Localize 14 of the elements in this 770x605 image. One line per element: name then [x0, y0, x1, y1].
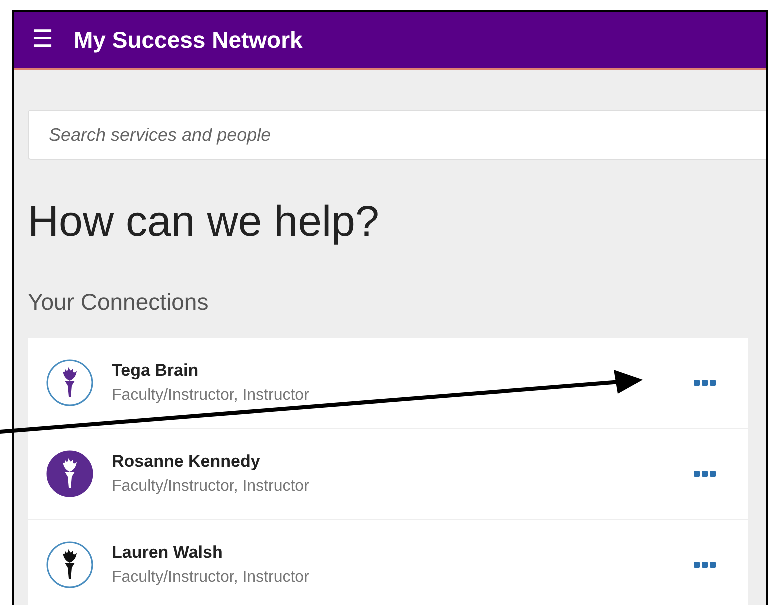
- connection-row[interactable]: Tega Brain Faculty/Instructor, Instructor: [28, 338, 748, 428]
- app-title: My Success Network: [74, 26, 303, 54]
- connection-role: Faculty/Instructor, Instructor: [112, 387, 310, 405]
- search-field[interactable]: Search services and people: [28, 110, 766, 160]
- connection-role: Faculty/Instructor, Instructor: [112, 478, 310, 496]
- connection-role: Faculty/Instructor, Instructor: [112, 569, 310, 587]
- page-heading: How can we help?: [28, 198, 380, 247]
- connection-name: Lauren Walsh: [112, 543, 224, 563]
- connection-row[interactable]: Rosanne Kennedy Faculty/Instructor, Instructor: [28, 428, 748, 519]
- connection-row[interactable]: Lauren Walsh Faculty/Instructor, Instructor: [28, 519, 748, 605]
- menu-icon[interactable]: ☰: [32, 28, 54, 52]
- connection-name: Tega Brain: [112, 361, 200, 381]
- connection-name: Rosanne Kennedy: [112, 452, 262, 472]
- section-title: Your Connections: [28, 289, 210, 316]
